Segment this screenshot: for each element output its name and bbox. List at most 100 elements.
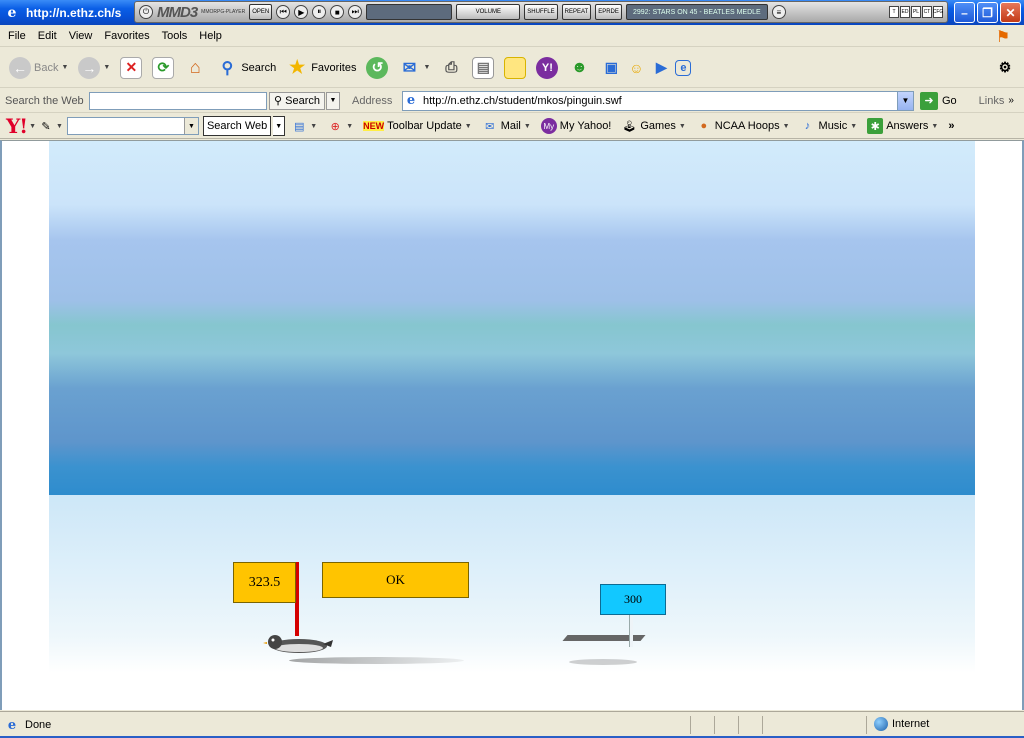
toolbar-update-button[interactable]: NEW Toolbar Update ▼ [359,120,476,132]
yahoo-logo[interactable]: Y! [6,114,28,138]
music-button[interactable]: ♪ Music ▼ [796,118,862,134]
mail-button[interactable]: ✉ ▼ [395,52,433,84]
status-divider [738,716,739,734]
player-repeat-button[interactable]: REPEAT [561,4,592,20]
menu-file[interactable]: File [2,30,32,42]
answers-button[interactable]: ✱ Answers ▼ [863,118,942,134]
notes-button[interactable] [501,52,529,84]
flash-game[interactable]: 323.5 OK 300 [49,141,975,697]
my-yahoo-icon: My [540,118,557,134]
yahoo-layout-button[interactable]: ▤ ▼ [287,118,321,134]
menu-view[interactable]: View [63,30,99,42]
maximize-button[interactable]: ❐ [977,2,998,23]
history-button[interactable]: ↺ [363,52,391,84]
ncaa-hoops-button[interactable]: ● NCAA Hoops ▼ [692,118,794,134]
home-button[interactable]: ⌂ [181,52,209,84]
player-shuffle-button[interactable]: SHUFFLE [524,4,558,20]
chevron-down-icon[interactable]: ▼ [56,123,63,130]
chevron-down-icon[interactable]: ▼ [183,118,198,134]
links-chevron-icon[interactable]: » [1008,95,1014,106]
ncaa-hoops-label: NCAA Hoops [714,120,780,132]
search-web-button-label: Search [285,94,320,107]
menu-favorites[interactable]: Favorites [98,30,155,42]
menu-edit[interactable]: Edit [32,30,63,42]
toolbar-handle-icon[interactable]: ⚙ [994,57,1016,79]
favorites-button[interactable]: ★ Favorites [283,52,359,84]
yahoo-target-button[interactable]: ⊕ ▼ [323,118,357,134]
chevron-down-icon[interactable]: ▼ [61,64,68,71]
player-play-icon[interactable]: ▶ [294,5,309,19]
player-eprde-button[interactable]: EPRDE [595,4,622,20]
chevron-down-icon[interactable]: ▼ [29,123,36,130]
yahoo-messenger-button[interactable]: Y! [533,52,561,84]
edit-button[interactable]: ▤ [469,52,497,84]
ok-button[interactable]: OK [322,562,469,598]
yahoo-mail-button[interactable]: ✉ Mail ▼ [478,118,535,134]
links-button[interactable]: Links [979,95,1005,107]
search-web-label: Search the Web [5,94,84,107]
player-controls: T ED PL CT CFG [889,6,943,18]
stop-button[interactable]: ✕ [117,52,145,84]
ie-page-icon[interactable]: e [675,59,692,76]
back-arrow-icon: ← [9,56,31,79]
address-url[interactable]: http://n.ethz.ch/student/mkos/pinguin.sw… [419,95,897,107]
distance-sign: 323.5 [233,562,296,603]
chevron-down-icon[interactable]: ▼ [103,64,110,71]
close-button[interactable]: ✕ [1000,2,1021,23]
go-button[interactable]: ➜ Go [919,91,957,110]
yahoo-search-input[interactable]: ▼ [66,117,199,135]
player-ctl-ed[interactable]: ED [900,6,910,18]
address-dropdown[interactable]: ▼ [896,91,913,110]
pencil-icon[interactable]: ✎ [38,118,54,134]
penguin-shadow [289,657,464,664]
status-text: Done [25,719,52,731]
refresh-button[interactable]: ⟳ [149,52,177,84]
games-button[interactable]: 🕹 Games ▼ [617,118,689,134]
player-stop-icon[interactable]: ■ [330,5,345,19]
more-chevron-icon[interactable]: » [944,120,958,132]
forward-button[interactable]: → ▼ [75,52,113,84]
menu-help[interactable]: Help [193,30,228,42]
messenger-button[interactable]: ☻ [565,52,593,84]
flag-icon[interactable]: ▶ [650,57,672,79]
player-open-button[interactable]: OPEN [249,4,273,20]
target-shadow [562,635,646,641]
status-divider [866,716,867,734]
back-button[interactable]: ← Back ▼ [6,52,71,84]
globe-icon [874,717,888,731]
monitor-icon[interactable]: ▣ [600,57,622,79]
game-sky [49,141,975,495]
search-web-button[interactable]: ⚲ Search [269,91,325,110]
player-volume[interactable]: VOLUME [456,4,521,20]
player-pause-icon[interactable]: ⏸ [312,5,327,19]
player-ctl-cfg[interactable]: CFG [933,6,943,18]
player-ctl-ct[interactable]: CT [922,6,932,18]
target-distance-sign: 300 [600,584,666,615]
player-ctl-pl[interactable]: PL [911,6,921,18]
player-prev-icon[interactable]: ⏮ [276,5,291,19]
favorites-star-icon: ★ [289,57,306,77]
chevron-down-icon[interactable]: ▼ [423,64,430,71]
yahoo-search-button[interactable]: Search Web [202,116,272,136]
ie-logo-icon: e [7,4,17,21]
search-button[interactable]: ⚲ Search [213,52,279,84]
player-ctl-t[interactable]: T [889,6,899,18]
player-menu-icon[interactable]: ≡ [771,5,786,19]
games-label: Games [640,120,676,132]
print-button[interactable]: ⎙ [437,52,465,84]
menu-tools[interactable]: Tools [156,30,194,42]
player-power-icon[interactable]: ⏻ [139,5,153,19]
smiley-icon[interactable]: ☺ [625,57,647,79]
chevron-down-icon: ▼ [931,122,939,130]
my-yahoo-button[interactable]: My My Yahoo! [537,118,616,134]
yahoo-messenger-icon: Y! [536,56,559,79]
search-web-dropdown[interactable]: ▼ [325,91,340,110]
music-note-icon: ♪ [804,120,811,132]
minimize-button[interactable]: – [954,2,975,23]
address-input[interactable]: e http://n.ethz.ch/student/mkos/pinguin.… [401,90,914,111]
answers-label: Answers [886,120,929,132]
security-zone[interactable]: Internet [874,717,929,731]
yahoo-search-dropdown[interactable]: ▼ [273,116,286,136]
search-web-input[interactable] [89,91,267,110]
player-next-icon[interactable]: ⏭ [348,5,363,19]
